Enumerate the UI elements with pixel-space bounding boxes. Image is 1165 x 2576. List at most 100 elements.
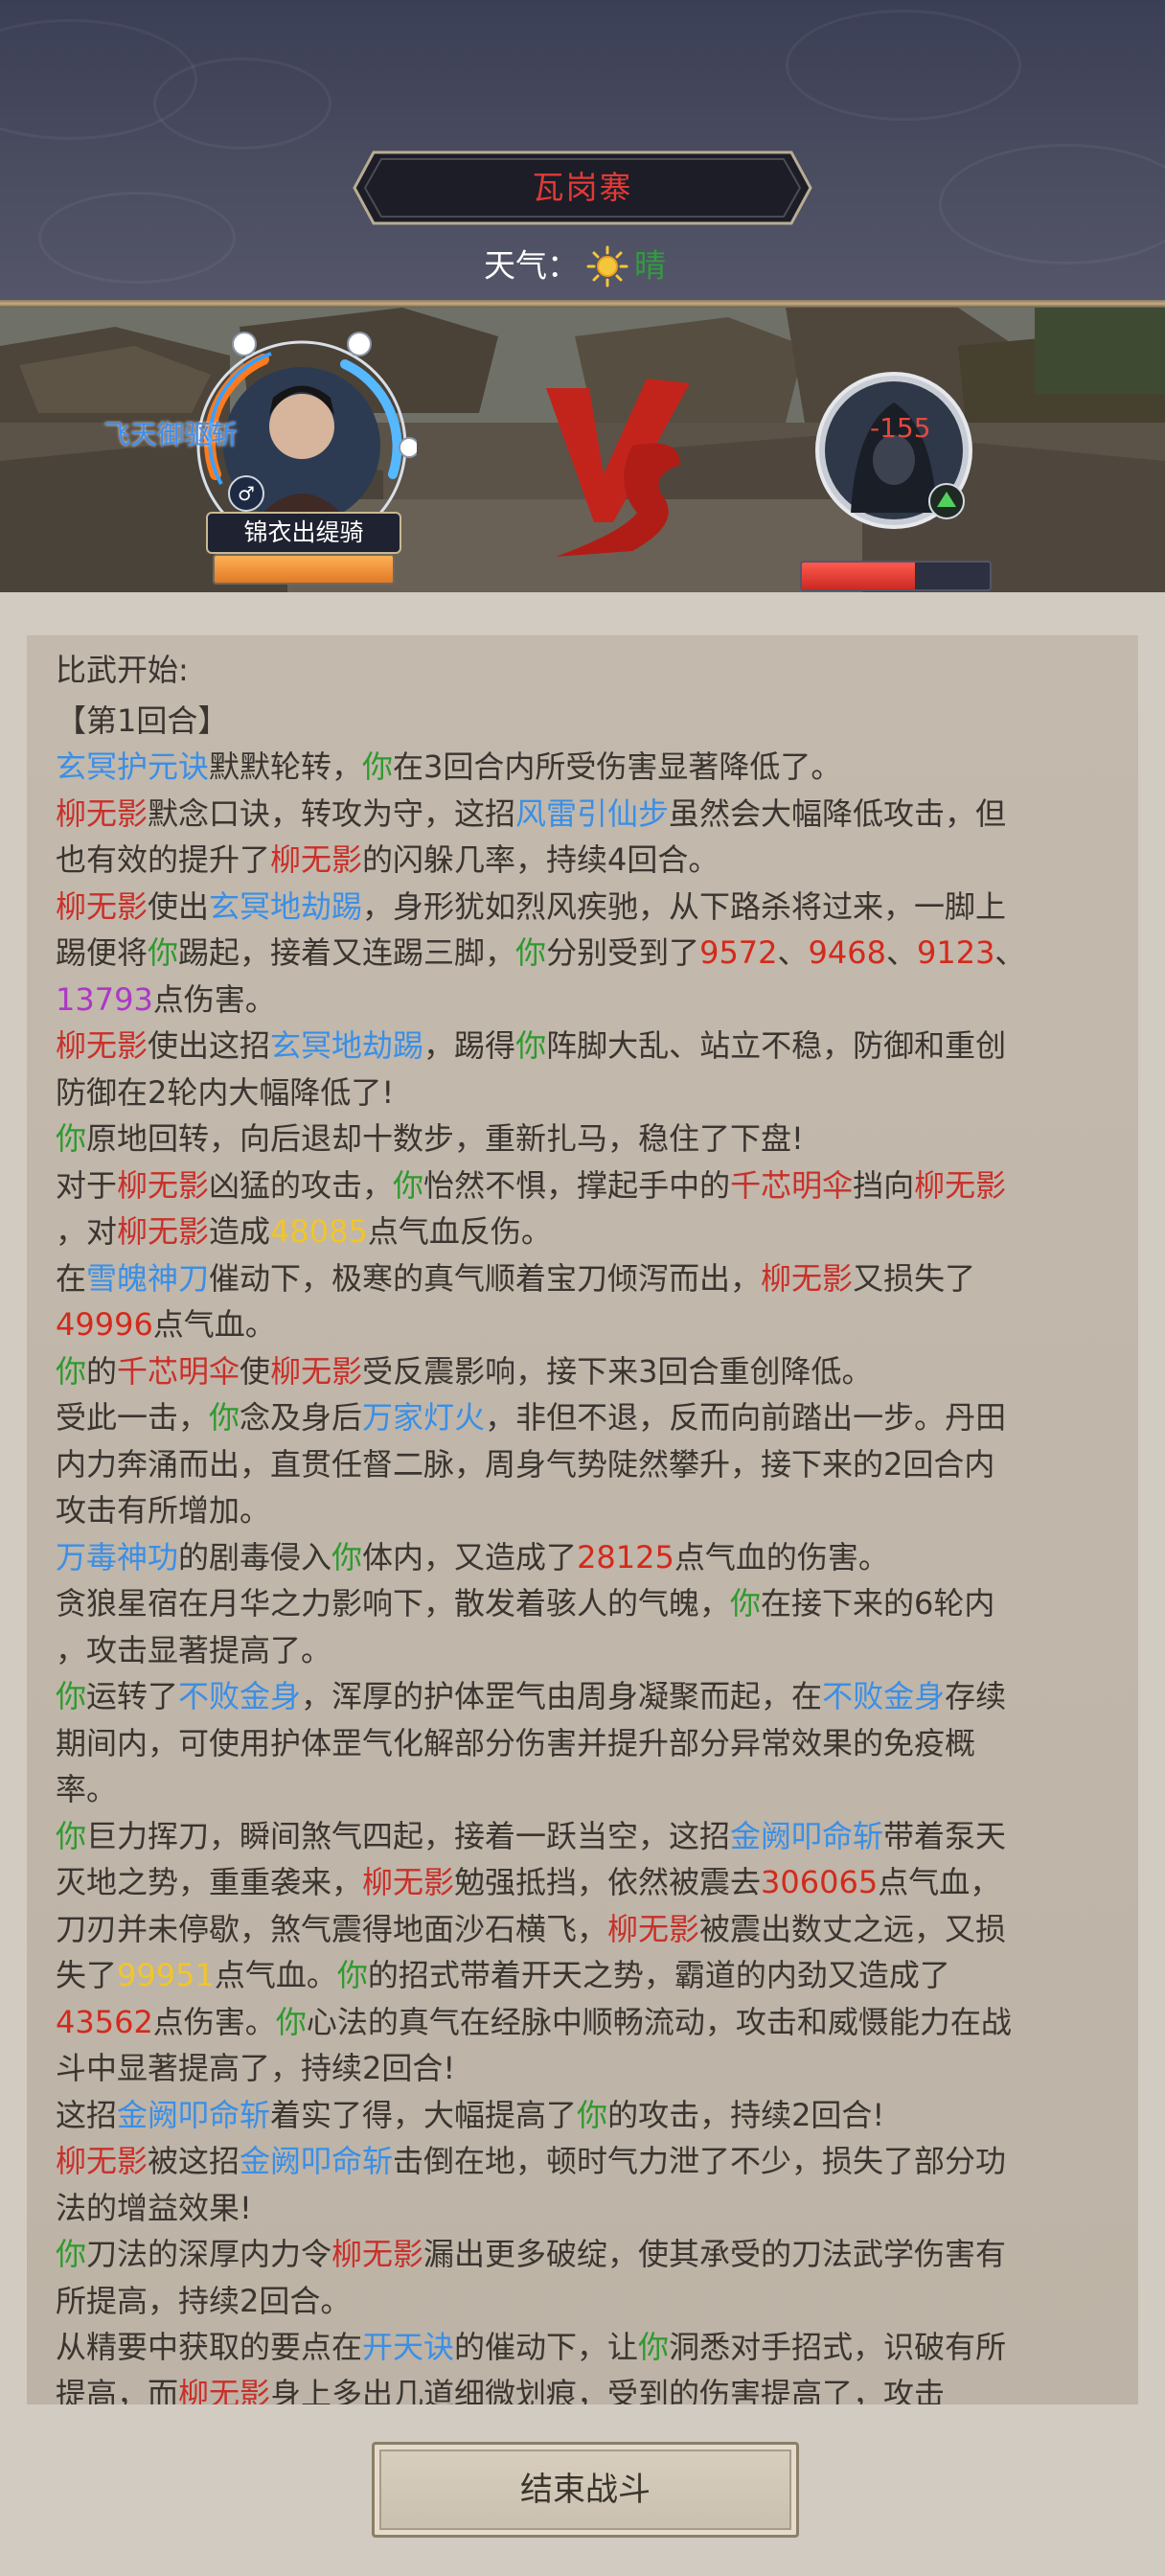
log-segment-default: 被震出数丈之远，又损 — [699, 1910, 1007, 1947]
log-line: 你巨力挥刀，瞬间煞气四起，接着一跃当空，这招金阙叩命斩带着泵天 — [56, 1813, 1129, 1860]
log-segment-default: ，非但不退，反而向前踏出一步。丹田 — [485, 1399, 1007, 1436]
log-line: 防御在2轮内大幅降低了! — [56, 1070, 1129, 1116]
log-line: 柳无影被这招金阙叩命斩击倒在地，顿时气力泄了不少，损失了部分功 — [56, 2138, 1129, 2185]
log-segment-enemy: 柳无影 — [607, 1910, 700, 1947]
log-segment-default: ，攻击显著提高了。 — [56, 1631, 332, 1668]
log-segment-item: 千芯明伞 — [730, 1166, 854, 1204]
log-segment-you: 你 — [577, 2096, 608, 2133]
log-segment-skill: 金阙叩命斩 — [730, 1817, 884, 1854]
log-segment-default: 点气血。 — [214, 1957, 337, 1993]
log-line: 贪狼星宿在月华之力影响下，散发着骇人的气魄，你在接下来的6轮内 — [56, 1580, 1129, 1627]
log-line: 你运转了不败金身，浑厚的护体罡气由周身凝聚而起，在不败金身存续 — [56, 1673, 1129, 1720]
header-divider — [0, 300, 1165, 308]
log-line: 失了99951点气血。你的招式带着开天之势，霸道的内劲又造成了 — [56, 1952, 1129, 1999]
log-segment-default: 念及身后 — [240, 1399, 363, 1436]
log-segment-default: 点气血。 — [152, 1306, 276, 1343]
log-segment-default: 法的增益效果! — [56, 2189, 252, 2226]
log-line: 比武开始: — [56, 647, 1129, 694]
log-segment-default: 挡向 — [853, 1166, 915, 1204]
log-segment-skill: 玄冥地劫踢 — [270, 1027, 424, 1064]
log-segment-default: 击倒在地，顿时气力泄了不少，损失了部分功 — [393, 2143, 1007, 2179]
log-segment-enemy: 柳无影 — [56, 1027, 148, 1064]
log-segment-default: 心法的真气在经脉中顺畅流动，攻击和威慑能力在战 — [306, 2003, 1012, 2040]
player-hp-fill — [215, 556, 393, 583]
log-segment-you: 你 — [515, 1027, 547, 1064]
log-line: ，攻击显著提高了。 — [56, 1627, 1129, 1674]
log-line: 在雪魄神刀催动下，极寒的真气顺着宝刀倾泻而出，柳无影又损失了 — [56, 1255, 1129, 1302]
log-segment-skill: 雪魄神刀 — [86, 1259, 210, 1297]
log-line: 斗中显著提高了，持续2回合! — [56, 2045, 1129, 2092]
log-line: 受此一击，你念及身后万家灯火，非但不退，反而向前踏出一步。丹田 — [56, 1394, 1129, 1441]
log-segment-default: 的攻击，持续2回合! — [607, 2096, 885, 2133]
log-segment-default: 的闪躲几率，持续4回合。 — [362, 841, 720, 878]
log-segment-enemy: 柳无影 — [761, 1259, 854, 1297]
log-segment-default: 的催动下，让 — [454, 2329, 639, 2365]
log-line: 柳无影使出玄冥地劫踢，身形犹如烈风疾驰，从下路杀将过来，一脚上 — [56, 884, 1129, 931]
enemy-avatar[interactable] — [812, 369, 975, 532]
log-segment-default: ，身形犹如烈风疾驰，从下路杀将过来，一脚上 — [362, 887, 1007, 925]
enemy-damage-popup: -155 — [870, 412, 931, 444]
log-segment-you: 你 — [730, 1585, 762, 1622]
log-segment-default: 怡然不惧，撑起手中的 — [423, 1166, 731, 1204]
log-segment-skill: 不败金身 — [178, 1678, 302, 1714]
log-segment-default: 期间内，可使用护体罡气化解部分伤害并提升部分异常效果的免疫概 — [56, 1724, 976, 1761]
enemy-hp-bar — [800, 561, 992, 591]
battle-log-panel[interactable]: 比武开始: 【第1回合】 玄冥护元诀默默轮转，你在3回合内所受伤害显著降低了。 柳无影… — [27, 635, 1138, 2404]
log-line: 玄冥护元诀默默轮转，你在3回合内所受伤害显著降低了。 — [56, 744, 1129, 791]
svg-text:♂: ♂ — [238, 482, 255, 505]
log-segment-item: 千芯明伞 — [117, 1352, 240, 1390]
log-segment-heal: 99951 — [117, 1957, 215, 1993]
log-segment-default: 凶猛的攻击， — [209, 1166, 394, 1204]
log-segment-default: 比武开始: — [56, 652, 189, 688]
log-segment-default: 运转了 — [86, 1678, 179, 1714]
log-segment-default: 使出 — [148, 887, 210, 925]
log-segment-default: 踢便将 — [56, 934, 148, 971]
log-line: 柳无影使出这招玄冥地劫踢，踢得你阵脚大乱、站立不稳，防御和重创 — [56, 1023, 1129, 1070]
log-line: 踢便将你踢起，接着又连踢三脚，你分别受到了9572、9468、9123、 — [56, 930, 1129, 977]
log-segment-default: 着实了得，大幅提高了 — [270, 2096, 578, 2133]
log-segment-default: 对于 — [56, 1166, 118, 1204]
log-segment-default: 在3回合内所受伤害显著降低了。 — [393, 748, 842, 785]
log-segment-default: 默念口诀，转攻为守，这招 — [148, 794, 516, 832]
log-line: 你刀法的深厚内力令柳无影漏出更多破绽，使其承受的刀法武学伤害有 — [56, 2231, 1129, 2278]
enemy-hp-fill — [802, 563, 915, 589]
log-line: 49996点气血。 — [56, 1301, 1129, 1348]
log-line: 这招金阙叩命斩着实了得，大幅提高了你的攻击，持续2回合! — [56, 2092, 1129, 2139]
log-segment-default: 刀刃并未停歇，煞气震得地面沙石横飞， — [56, 1910, 608, 1947]
log-segment-default: ，浑厚的护体罡气由周身凝聚而起，在 — [301, 1678, 823, 1714]
log-segment-skill: 开天诀 — [362, 2329, 455, 2365]
weather-indicator: 天气： 晴 — [484, 240, 666, 289]
log-segment-default: 刀法的深厚内力令 — [86, 2236, 332, 2272]
log-segment-default: 带着泵天 — [883, 1817, 1007, 1854]
log-segment-default: 贪狼星宿在月华之力影响下，散发着骇人的气魄， — [56, 1585, 731, 1622]
log-segment-enemy: 柳无影 — [56, 794, 148, 832]
log-line: 你的千芯明伞使柳无影受反震影响，接下来3回合重创降低。 — [56, 1348, 1129, 1395]
log-line: 刀刃并未停歇，煞气震得地面沙石横飞，柳无影被震出数丈之远，又损 — [56, 1906, 1129, 1953]
log-segment-you: 你 — [56, 1120, 87, 1157]
location-name: 瓦岗寨 — [532, 169, 633, 206]
log-segment-dmg: 306065 — [761, 1864, 879, 1900]
log-segment-you: 你 — [331, 1538, 363, 1576]
log-segment-default: 受反震影响，接下来3回合重创降低。 — [362, 1352, 873, 1390]
weather-value: 晴 — [634, 246, 666, 285]
log-segment-dmg: 49996 — [56, 1306, 153, 1343]
log-segment-enemy: 柳无影 — [117, 1213, 210, 1250]
log-line: 提高，而柳无影身上多出几道细微划痕，受到的伤害提高了，攻击 — [56, 2371, 1129, 2405]
log-segment-default: 分别受到了 — [546, 934, 700, 971]
log-segment-default: 所提高，持续2回合。 — [56, 2282, 352, 2319]
log-segment-skill: 金阙叩命斩 — [117, 2096, 271, 2133]
cloud-decoration — [939, 144, 1165, 264]
vs-icon — [546, 379, 690, 557]
player-name: 锦衣出缇骑 — [206, 512, 401, 554]
log-segment-default: 洞悉对手招式，识破有所 — [669, 2329, 1007, 2365]
log-segment-you: 你 — [638, 2329, 670, 2365]
end-battle-button[interactable]: 结束战斗 — [372, 2442, 799, 2538]
log-segment-default: 点气血反伤。 — [367, 1213, 552, 1250]
log-segment-default: 的招式带着开天之势，霸道的内劲又造成了 — [367, 1957, 950, 1993]
log-segment-enemy: 柳无影 — [56, 2143, 148, 2179]
log-segment-default: 造成 — [209, 1213, 271, 1250]
log-segment-dmg: 43562 — [56, 2003, 153, 2040]
weather-label: 天气： — [484, 246, 579, 285]
log-segment-skill: 不败金身 — [822, 1678, 946, 1714]
log-segment-default: 被这招 — [148, 2143, 240, 2179]
